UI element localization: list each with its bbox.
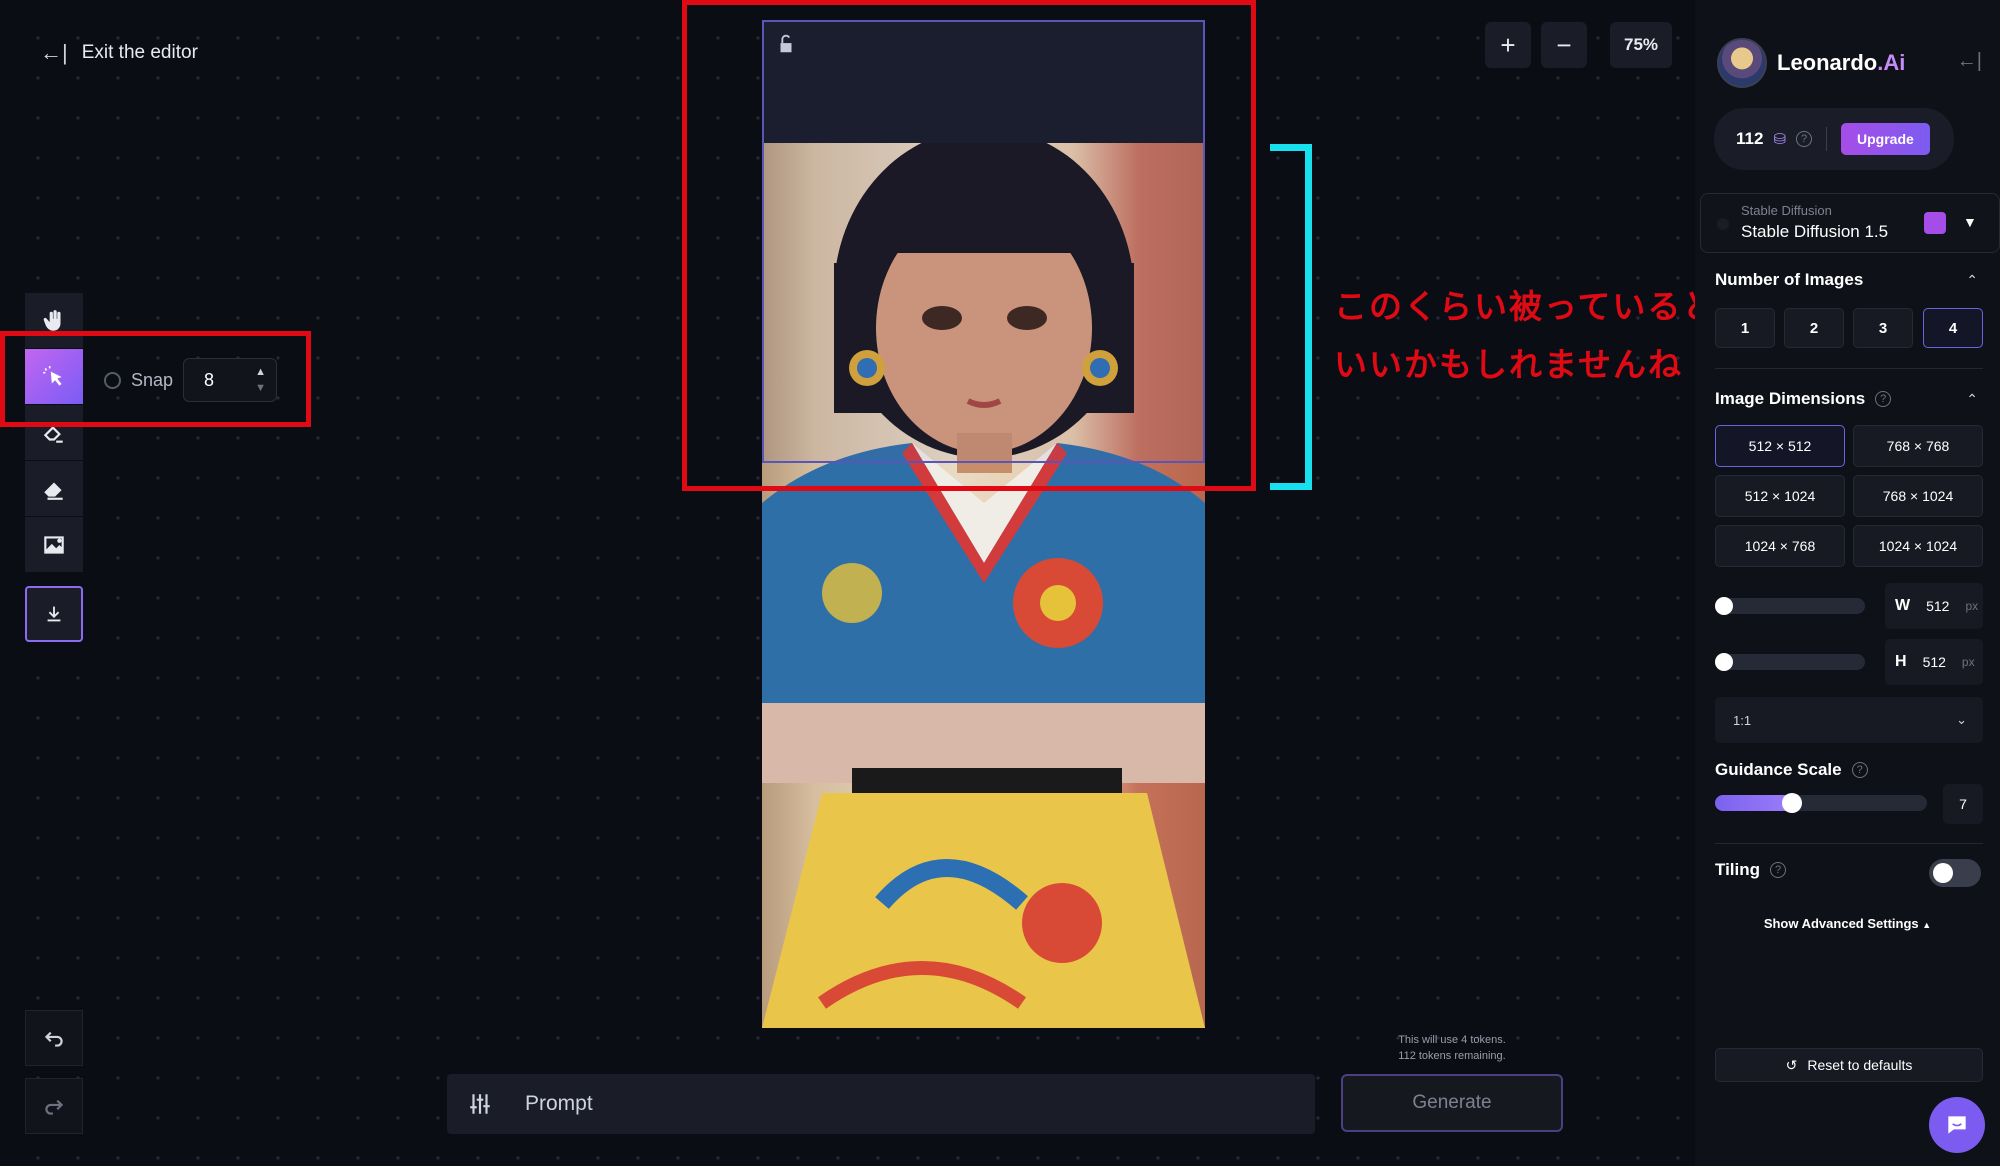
dimensions-title: Image Dimensions?: [1715, 389, 1892, 409]
token-info: This will use 4 tokens. 112 tokens remai…: [1340, 1032, 1564, 1064]
guidance-slider-fill: [1715, 795, 1792, 811]
guidance-slider-thumb[interactable]: [1781, 793, 1802, 813]
download-tool[interactable]: [25, 586, 83, 642]
help-icon[interactable]: ?: [1796, 131, 1813, 147]
height-value: 512: [1922, 654, 1946, 670]
width-value: 512: [1926, 598, 1950, 614]
model-category: Stable Diffusion: [1741, 203, 1832, 218]
settings-panel: Leonardo.Ai ←| 112 ⛁ ? Upgrade Stable Di…: [1695, 0, 2000, 1166]
model-selector[interactable]: Stable Diffusion Stable Diffusion 1.5 ▼: [1700, 193, 2000, 253]
brand: Leonardo.Ai: [1717, 38, 1905, 88]
upgrade-button[interactable]: Upgrade: [1841, 123, 1930, 155]
reset-icon: ↺: [1785, 1056, 1798, 1073]
help-icon[interactable]: ?: [1875, 391, 1892, 407]
reset-defaults-button[interactable]: ↺ Reset to defaults: [1715, 1048, 1983, 1082]
model-badge-icon: [1924, 212, 1946, 234]
redo-icon: [45, 1099, 64, 1115]
token-cost: This will use 4 tokens.: [1398, 1034, 1506, 1046]
divider: [1715, 843, 1983, 844]
dimension-1024x1024[interactable]: 1024 × 1024: [1853, 525, 1983, 567]
height-label: H: [1895, 653, 1907, 670]
arrow-left-icon: ←|: [40, 40, 68, 65]
aspect-ratio-select[interactable]: 1:1 ⌄: [1715, 697, 1983, 743]
height-slider[interactable]: [1715, 654, 1865, 670]
model-thumbnail: [1717, 218, 1729, 230]
prompt-input[interactable]: [525, 1092, 1225, 1116]
exit-editor-button[interactable]: ←| Exit the editor: [40, 40, 198, 66]
collapse-panel-icon[interactable]: ←|: [1957, 50, 1982, 73]
image-tool[interactable]: [25, 517, 83, 573]
hand-icon: [43, 309, 61, 331]
prompt-bar: [447, 1074, 1315, 1134]
eraser-icon: [44, 482, 63, 500]
num-images-title: Number of Images: [1715, 270, 1864, 289]
height-unit: px: [1961, 655, 1975, 669]
divider: [1826, 127, 1828, 151]
model-name: Stable Diffusion 1.5: [1741, 222, 1889, 241]
dimension-768x1024[interactable]: 768 × 1024: [1853, 475, 1983, 517]
annotation-note: このくらい被っていると いいかもしれませんね: [1334, 278, 1717, 394]
help-icon[interactable]: ?: [1770, 862, 1787, 878]
download-icon: [47, 606, 61, 622]
chat-support-button[interactable]: [1929, 1097, 1985, 1153]
zoom-out-button[interactable]: −: [1541, 22, 1587, 68]
num-images-1[interactable]: 1: [1715, 308, 1775, 348]
dimension-512x1024[interactable]: 512 × 1024: [1715, 475, 1845, 517]
divider: [1715, 368, 1983, 369]
image-icon: [44, 535, 64, 554]
coins-icon: ⛁: [1773, 131, 1787, 148]
tiling-title: Tiling?: [1715, 860, 1787, 880]
dimension-1024x768[interactable]: 1024 × 768: [1715, 525, 1845, 567]
undo-icon: [44, 1031, 63, 1047]
caret-up-icon: ▲: [1922, 920, 1932, 930]
num-images-4[interactable]: 4: [1923, 308, 1983, 348]
token-remaining: 112 tokens remaining.: [1398, 1050, 1506, 1062]
annotation-bracket: [1270, 144, 1312, 490]
guidance-title: Guidance Scale?: [1715, 760, 1868, 780]
chevron-up-icon[interactable]: ⌃: [1966, 272, 1978, 289]
tiling-toggle[interactable]: [1929, 859, 1981, 887]
annotation-line-2: いいかもしれませんね: [1334, 346, 1684, 383]
num-images-3[interactable]: 3: [1853, 308, 1913, 348]
annotation-line-1: このくらい被っていると: [1334, 288, 1718, 325]
dimension-768x768[interactable]: 768 × 768: [1853, 425, 1983, 467]
height-slider-thumb[interactable]: [1715, 653, 1733, 671]
chevron-up-icon[interactable]: ⌃: [1966, 391, 1978, 408]
credit-count: 112: [1736, 129, 1764, 148]
redo-button[interactable]: [25, 1078, 83, 1134]
aspect-ratio-value: 1:1: [1733, 712, 1752, 728]
guidance-value[interactable]: 7: [1943, 784, 1983, 824]
credits-pill: 112 ⛁ ? Upgrade: [1714, 108, 1954, 170]
annotation-box-tools: [0, 331, 311, 427]
avatar[interactable]: [1717, 38, 1767, 88]
num-images-2[interactable]: 2: [1784, 308, 1844, 348]
show-advanced-settings[interactable]: Show Advanced Settings ▲: [1695, 916, 2000, 931]
width-label: W: [1895, 597, 1911, 614]
undo-button[interactable]: [25, 1010, 83, 1066]
chevron-down-icon: ⌄: [1956, 712, 1967, 727]
width-slider-thumb[interactable]: [1715, 597, 1733, 615]
height-input[interactable]: H 512 px: [1885, 639, 1983, 685]
sliders-icon[interactable]: [467, 1091, 493, 1117]
width-input[interactable]: W 512 px: [1885, 583, 1983, 629]
zoom-level[interactable]: 75%: [1610, 22, 1672, 68]
brand-name: Leonardo.Ai: [1777, 50, 1906, 75]
exit-editor-label: Exit the editor: [81, 42, 198, 63]
annotation-box-frame: [682, 0, 1256, 491]
guidance-slider[interactable]: [1715, 795, 1927, 811]
zoom-in-button[interactable]: +: [1485, 22, 1531, 68]
toggle-knob: [1933, 863, 1953, 883]
width-slider[interactable]: [1715, 598, 1865, 614]
generate-button[interactable]: Generate: [1341, 1074, 1563, 1132]
width-unit: px: [1965, 599, 1979, 613]
caret-down-icon: ▼: [1963, 214, 1977, 230]
eraser-tool[interactable]: [25, 461, 83, 517]
chat-icon: [1948, 1116, 1966, 1134]
reset-label: Reset to defaults: [1807, 1057, 1913, 1073]
help-icon[interactable]: ?: [1851, 762, 1868, 778]
dimension-512x512[interactable]: 512 × 512: [1715, 425, 1845, 467]
